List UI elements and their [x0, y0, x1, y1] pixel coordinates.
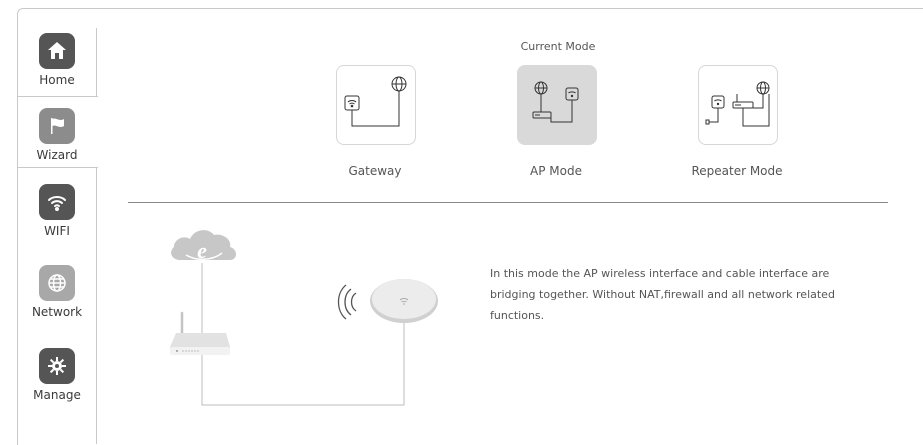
- sidebar-item-label: Home: [39, 73, 75, 87]
- mode-card-gateway[interactable]: [336, 65, 416, 145]
- globe-icon: [39, 265, 75, 301]
- ceiling-ap-icon: [370, 279, 438, 323]
- mode-card-repeater[interactable]: [698, 65, 778, 145]
- current-mode-label: Current Mode: [520, 40, 596, 53]
- wifi-icon: [39, 184, 75, 220]
- sidebar-item-manage[interactable]: Manage: [17, 348, 97, 402]
- sidebar-item-home[interactable]: Home: [17, 33, 97, 87]
- sidebar-item-label: Wizard: [36, 148, 78, 162]
- signal-waves-icon: [337, 284, 357, 320]
- sidebar-item-network[interactable]: Network: [17, 265, 97, 319]
- sidebar-item-label: Manage: [33, 388, 81, 402]
- sidebar-item-wizard[interactable]: Wizard: [17, 108, 97, 162]
- sidebar-item-label: Network: [31, 305, 83, 319]
- sidebar-item-wifi[interactable]: WIFI: [17, 184, 97, 238]
- cloud-internet-icon: e: [171, 230, 236, 263]
- router-icon: [170, 311, 230, 355]
- mode-label-ap: AP Mode: [530, 164, 582, 178]
- mode-label-gateway: Gateway: [348, 164, 402, 178]
- flag-icon: [39, 108, 75, 144]
- section-divider: [128, 202, 888, 203]
- gateway-mode-icon: [344, 76, 407, 127]
- topology-diagram: e: [170, 230, 438, 406]
- mode-label-repeater: Repeater Mode: [691, 164, 783, 178]
- repeater-mode-icon: [705, 81, 770, 127]
- sidebar-item-label: WIFI: [44, 224, 70, 238]
- gear-icon: [39, 348, 75, 384]
- home-icon: [39, 33, 75, 69]
- mode-description: In this mode the AP wireless interface a…: [490, 267, 835, 322]
- mode-card-ap[interactable]: [517, 65, 597, 145]
- ap-mode-icon: [532, 81, 579, 123]
